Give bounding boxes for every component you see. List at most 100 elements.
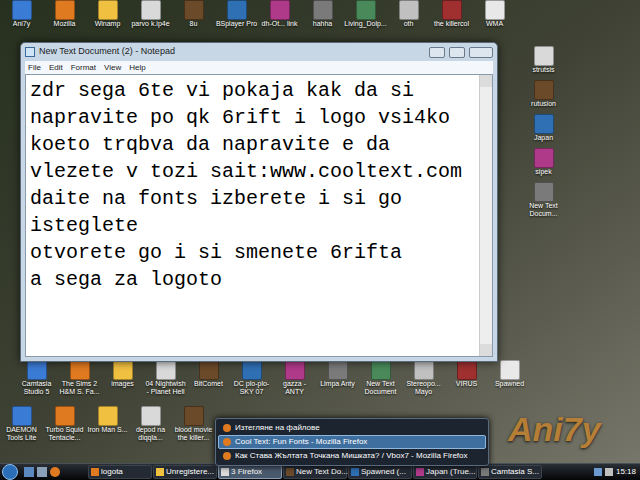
desktop-icon[interactable]: DC plo-plo-SKY 07	[230, 360, 273, 396]
desktop-icon[interactable]: blood movie the killer...	[172, 406, 215, 442]
desktop-icon[interactable]: 8u	[172, 0, 215, 28]
file-icon	[113, 360, 133, 380]
desktop-icon[interactable]: gazza - ANTY	[273, 360, 316, 396]
desktop-icon[interactable]: Spawned	[488, 360, 531, 396]
desktop-icon[interactable]: The Sims 2 H&M S. Fa...	[58, 360, 101, 396]
file-icon	[356, 0, 376, 20]
desktop-icon[interactable]: strutsis	[522, 46, 565, 74]
desktop-icon[interactable]: Living_Dolp...	[344, 0, 387, 28]
app-icon	[221, 468, 229, 476]
taskbar-button[interactable]: Camtasia S...	[478, 465, 542, 479]
file-icon	[534, 114, 554, 134]
taskbar-button[interactable]: Japan (True...	[413, 465, 477, 479]
menu-bar: File Edit Format View Help	[25, 61, 493, 74]
desktop-icon[interactable]: VIRUS	[445, 360, 488, 396]
desktop-icon[interactable]: Iron Man S...	[86, 406, 129, 442]
desktop-icon-label: DC plo-plo-SKY 07	[230, 380, 273, 396]
firefox-icon[interactable]	[50, 467, 60, 477]
taskbar-button[interactable]: logota	[88, 465, 152, 479]
desktop-icon[interactable]: Winamp	[86, 0, 129, 28]
desktop-icons-bottom: DAEMON Tools LiteTurbo Squid Tentacle...…	[0, 406, 215, 442]
desktop-icon-label: Stereopo... Mayo	[402, 380, 445, 396]
text-area[interactable]: zdr sega 6te vi pokaja kak da sinapravit…	[25, 74, 493, 357]
file-icon	[328, 360, 348, 380]
text-line: a sega za logoto	[30, 266, 479, 293]
taskbar-button[interactable]: 3 Firefox	[218, 465, 282, 479]
watermark: Ani7y	[508, 404, 601, 455]
close-button[interactable]	[469, 47, 493, 58]
desktop-icon-label: 04 Nightwish - Planet Hell	[144, 380, 187, 396]
screen: Ani7yMozillaWinampparvo k.ip4e8uBSplayer…	[0, 0, 640, 480]
desktop-icon[interactable]: rutusion	[522, 80, 565, 108]
desktop-icon-label: hahha	[301, 20, 344, 28]
file-icon	[55, 406, 75, 426]
desktop-icon[interactable]: Limpa Anty	[316, 360, 359, 396]
desktop-icon[interactable]: hahha	[301, 0, 344, 28]
desktop-icon-label: depod na diqqla...	[129, 426, 172, 442]
text-line: otvorete go i si smenete 6rifta	[30, 239, 479, 266]
desktop-icon[interactable]: Japan	[522, 114, 565, 142]
file-icon	[534, 148, 554, 168]
desktop-icon[interactable]: Stereopo... Mayo	[402, 360, 445, 396]
file-icon	[270, 0, 290, 20]
file-icon	[534, 80, 554, 100]
desktop-shortcut-icon[interactable]	[24, 467, 34, 477]
window-title: New Text Document (2) - Notepad	[39, 45, 425, 59]
desktop-icon[interactable]: depod na diqqla...	[129, 406, 172, 442]
text-line: koeto trqbva da napravite e da	[30, 131, 479, 158]
desktop-icon[interactable]: BSplayer Pro	[215, 0, 258, 28]
minimize-button[interactable]	[429, 47, 445, 58]
desktop-icon[interactable]: 04 Nightwish - Planet Hell	[144, 360, 187, 396]
clock[interactable]: 15:18	[616, 466, 636, 478]
window-list-item[interactable]: Cool Text: Fun Fonts - Mozilla Firefox	[218, 435, 486, 449]
desktop-icon[interactable]: sipek	[522, 148, 565, 176]
file-icon	[313, 0, 333, 20]
desktop-icon[interactable]: dh-Ot... link	[258, 0, 301, 28]
start-button[interactable]	[2, 464, 18, 480]
menu-item[interactable]: Edit	[49, 62, 63, 74]
menu-item[interactable]: File	[28, 62, 41, 74]
desktop-icon[interactable]: oth	[387, 0, 430, 28]
menu-item[interactable]: View	[104, 62, 121, 74]
menu-item[interactable]: Format	[71, 62, 96, 74]
desktop-icon-label: sipek	[522, 168, 565, 176]
file-icon	[55, 0, 75, 20]
desktop-icon-label: rutusion	[522, 100, 565, 108]
taskbar-button[interactable]: Unregistere...	[153, 465, 217, 479]
desktop-icon[interactable]: the killercol	[430, 0, 473, 28]
desktop-icon[interactable]: parvo k.ip4e	[129, 0, 172, 28]
window-list-item[interactable]: Как Става Жълтата Точкана Мишката? / Vbo…	[218, 449, 486, 463]
desktop-icon[interactable]: DAEMON Tools Lite	[0, 406, 43, 442]
window-list-item[interactable]: Изтегляне на файлове	[218, 421, 486, 435]
desktop-icon[interactable]: WMA	[473, 0, 516, 28]
taskbar-button[interactable]: Spawned (...	[348, 465, 412, 479]
scroll-up-button[interactable]	[480, 75, 492, 87]
desktop-icon[interactable]: Turbo Squid Tentacle...	[43, 406, 86, 442]
desktop-icon-label: WMA	[473, 20, 516, 28]
file-icon	[184, 406, 204, 426]
desktop-icon[interactable]: Ani7y	[0, 0, 43, 28]
desktop-icon[interactable]: Mozilla	[43, 0, 86, 28]
menu-item[interactable]: Help	[129, 62, 145, 74]
maximize-button[interactable]	[449, 47, 465, 58]
desktop-icon[interactable]: images	[101, 360, 144, 396]
file-icon	[457, 360, 477, 380]
desktop-icon[interactable]: New Text Docum...	[522, 182, 565, 218]
file-icon	[485, 0, 505, 20]
desktop-icon[interactable]: New Text Document	[359, 360, 402, 396]
desktop-icon-label: the killercol	[430, 20, 473, 28]
volume-icon[interactable]	[605, 468, 613, 476]
network-icon[interactable]	[594, 468, 602, 476]
taskbar-button[interactable]: New Text Do...	[283, 465, 347, 479]
desktop-icon[interactable]: BitComet	[187, 360, 230, 396]
desktop-icon-label: Limpa Anty	[316, 380, 359, 388]
desktop-icons-right: strutsis rutusion Japan sipek New Text Docum…	[522, 46, 565, 218]
app-icon	[91, 468, 99, 476]
taskbar-thumbnail-list: Изтегляне на файловеCool Text: Fun Fonts…	[215, 418, 489, 466]
notification-area: 15:18	[543, 466, 640, 478]
desktop-icon[interactable]: Camtasia Studio 5	[15, 360, 58, 396]
switch-windows-icon[interactable]	[37, 467, 47, 477]
scroll-down-button[interactable]	[480, 344, 492, 356]
scrollbar[interactable]	[479, 75, 492, 356]
text-line: daite na fonts izberete i si go	[30, 185, 479, 212]
